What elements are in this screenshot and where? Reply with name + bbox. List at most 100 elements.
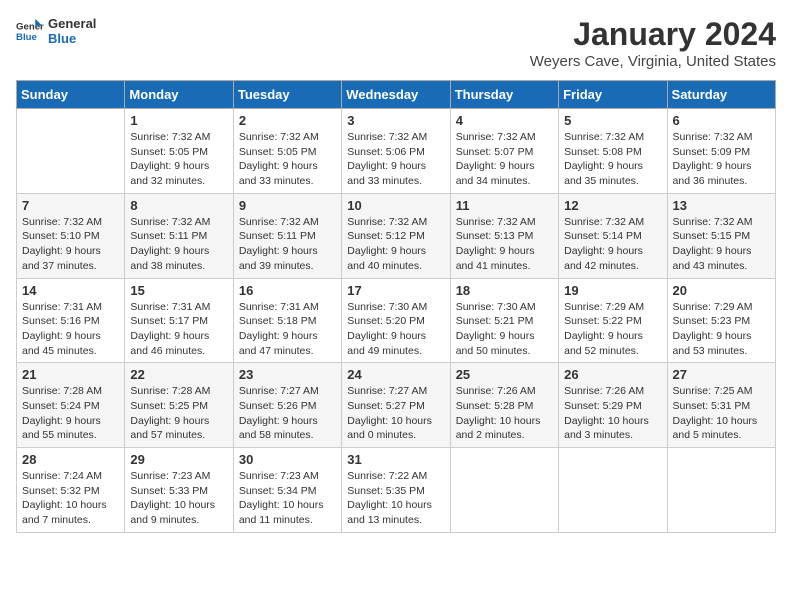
day-info: Sunrise: 7:29 AM Sunset: 5:22 PM Dayligh… (564, 300, 661, 359)
day-number: 30 (239, 452, 336, 467)
day-number: 24 (347, 367, 444, 382)
sunset-text: Sunset: 5:33 PM (130, 484, 227, 499)
calendar-cell: 13 Sunrise: 7:32 AM Sunset: 5:15 PM Dayl… (667, 193, 775, 278)
weekday-header-sunday: Sunday (17, 81, 125, 109)
daylight-text: Daylight: 10 hours and 13 minutes. (347, 498, 444, 527)
calendar-cell: 10 Sunrise: 7:32 AM Sunset: 5:12 PM Dayl… (342, 193, 450, 278)
day-info: Sunrise: 7:31 AM Sunset: 5:17 PM Dayligh… (130, 300, 227, 359)
sunset-text: Sunset: 5:27 PM (347, 399, 444, 414)
sunset-text: Sunset: 5:06 PM (347, 145, 444, 160)
day-number: 29 (130, 452, 227, 467)
sunrise-text: Sunrise: 7:32 AM (456, 215, 553, 230)
day-number: 5 (564, 113, 661, 128)
sunrise-text: Sunrise: 7:22 AM (347, 469, 444, 484)
daylight-text: Daylight: 9 hours and 42 minutes. (564, 244, 661, 273)
day-number: 7 (22, 198, 119, 213)
calendar-cell: 22 Sunrise: 7:28 AM Sunset: 5:25 PM Dayl… (125, 363, 233, 448)
sunset-text: Sunset: 5:07 PM (456, 145, 553, 160)
day-number: 28 (22, 452, 119, 467)
day-info: Sunrise: 7:26 AM Sunset: 5:29 PM Dayligh… (564, 384, 661, 443)
daylight-text: Daylight: 9 hours and 38 minutes. (130, 244, 227, 273)
day-number: 14 (22, 283, 119, 298)
calendar-cell: 15 Sunrise: 7:31 AM Sunset: 5:17 PM Dayl… (125, 278, 233, 363)
sunrise-text: Sunrise: 7:29 AM (673, 300, 770, 315)
calendar-cell: 18 Sunrise: 7:30 AM Sunset: 5:21 PM Dayl… (450, 278, 558, 363)
calendar-cell: 1 Sunrise: 7:32 AM Sunset: 5:05 PM Dayli… (125, 109, 233, 194)
day-number: 15 (130, 283, 227, 298)
sunset-text: Sunset: 5:05 PM (130, 145, 227, 160)
day-number: 18 (456, 283, 553, 298)
day-number: 31 (347, 452, 444, 467)
sunset-text: Sunset: 5:11 PM (239, 229, 336, 244)
day-info: Sunrise: 7:28 AM Sunset: 5:24 PM Dayligh… (22, 384, 119, 443)
sunrise-text: Sunrise: 7:31 AM (239, 300, 336, 315)
logo-general: General (48, 16, 96, 31)
sunset-text: Sunset: 5:34 PM (239, 484, 336, 499)
day-info: Sunrise: 7:32 AM Sunset: 5:14 PM Dayligh… (564, 215, 661, 274)
day-number: 10 (347, 198, 444, 213)
day-info: Sunrise: 7:32 AM Sunset: 5:05 PM Dayligh… (239, 130, 336, 189)
daylight-text: Daylight: 9 hours and 39 minutes. (239, 244, 336, 273)
calendar-cell: 11 Sunrise: 7:32 AM Sunset: 5:13 PM Dayl… (450, 193, 558, 278)
sunset-text: Sunset: 5:16 PM (22, 314, 119, 329)
sunrise-text: Sunrise: 7:29 AM (564, 300, 661, 315)
svg-text:General: General (16, 21, 44, 32)
sunset-text: Sunset: 5:05 PM (239, 145, 336, 160)
day-info: Sunrise: 7:32 AM Sunset: 5:06 PM Dayligh… (347, 130, 444, 189)
calendar-cell (450, 448, 558, 533)
sunset-text: Sunset: 5:15 PM (673, 229, 770, 244)
sunrise-text: Sunrise: 7:23 AM (130, 469, 227, 484)
calendar-cell: 12 Sunrise: 7:32 AM Sunset: 5:14 PM Dayl… (559, 193, 667, 278)
day-info: Sunrise: 7:25 AM Sunset: 5:31 PM Dayligh… (673, 384, 770, 443)
calendar-table: SundayMondayTuesdayWednesdayThursdayFrid… (16, 80, 776, 533)
sunset-text: Sunset: 5:23 PM (673, 314, 770, 329)
sunset-text: Sunset: 5:11 PM (130, 229, 227, 244)
calendar-cell: 30 Sunrise: 7:23 AM Sunset: 5:34 PM Dayl… (233, 448, 341, 533)
calendar-cell: 17 Sunrise: 7:30 AM Sunset: 5:20 PM Dayl… (342, 278, 450, 363)
sunrise-text: Sunrise: 7:32 AM (130, 130, 227, 145)
sunset-text: Sunset: 5:35 PM (347, 484, 444, 499)
calendar-cell: 7 Sunrise: 7:32 AM Sunset: 5:10 PM Dayli… (17, 193, 125, 278)
sunset-text: Sunset: 5:12 PM (347, 229, 444, 244)
day-number: 23 (239, 367, 336, 382)
sunrise-text: Sunrise: 7:23 AM (239, 469, 336, 484)
daylight-text: Daylight: 9 hours and 41 minutes. (456, 244, 553, 273)
calendar-cell: 31 Sunrise: 7:22 AM Sunset: 5:35 PM Dayl… (342, 448, 450, 533)
calendar-cell: 19 Sunrise: 7:29 AM Sunset: 5:22 PM Dayl… (559, 278, 667, 363)
daylight-text: Daylight: 9 hours and 36 minutes. (673, 159, 770, 188)
sunrise-text: Sunrise: 7:32 AM (564, 215, 661, 230)
daylight-text: Daylight: 9 hours and 43 minutes. (673, 244, 770, 273)
day-info: Sunrise: 7:22 AM Sunset: 5:35 PM Dayligh… (347, 469, 444, 528)
sunset-text: Sunset: 5:26 PM (239, 399, 336, 414)
day-number: 13 (673, 198, 770, 213)
calendar-cell: 9 Sunrise: 7:32 AM Sunset: 5:11 PM Dayli… (233, 193, 341, 278)
sunset-text: Sunset: 5:09 PM (673, 145, 770, 160)
day-info: Sunrise: 7:29 AM Sunset: 5:23 PM Dayligh… (673, 300, 770, 359)
day-number: 26 (564, 367, 661, 382)
day-number: 1 (130, 113, 227, 128)
sunrise-text: Sunrise: 7:27 AM (347, 384, 444, 399)
day-number: 27 (673, 367, 770, 382)
title-block: January 2024 Weyers Cave, Virginia, Unit… (530, 16, 776, 70)
calendar-cell: 24 Sunrise: 7:27 AM Sunset: 5:27 PM Dayl… (342, 363, 450, 448)
weekday-header-thursday: Thursday (450, 81, 558, 109)
day-number: 16 (239, 283, 336, 298)
daylight-text: Daylight: 9 hours and 33 minutes. (347, 159, 444, 188)
calendar-cell: 4 Sunrise: 7:32 AM Sunset: 5:07 PM Dayli… (450, 109, 558, 194)
daylight-text: Daylight: 9 hours and 33 minutes. (239, 159, 336, 188)
sunrise-text: Sunrise: 7:28 AM (22, 384, 119, 399)
calendar-cell: 6 Sunrise: 7:32 AM Sunset: 5:09 PM Dayli… (667, 109, 775, 194)
day-number: 6 (673, 113, 770, 128)
daylight-text: Daylight: 10 hours and 2 minutes. (456, 414, 553, 443)
daylight-text: Daylight: 9 hours and 37 minutes. (22, 244, 119, 273)
day-info: Sunrise: 7:31 AM Sunset: 5:18 PM Dayligh… (239, 300, 336, 359)
weekday-header-monday: Monday (125, 81, 233, 109)
calendar-cell: 25 Sunrise: 7:26 AM Sunset: 5:28 PM Dayl… (450, 363, 558, 448)
daylight-text: Daylight: 9 hours and 50 minutes. (456, 329, 553, 358)
day-number: 9 (239, 198, 336, 213)
day-info: Sunrise: 7:32 AM Sunset: 5:11 PM Dayligh… (130, 215, 227, 274)
day-info: Sunrise: 7:32 AM Sunset: 5:10 PM Dayligh… (22, 215, 119, 274)
day-info: Sunrise: 7:27 AM Sunset: 5:27 PM Dayligh… (347, 384, 444, 443)
day-number: 11 (456, 198, 553, 213)
weekday-header-tuesday: Tuesday (233, 81, 341, 109)
